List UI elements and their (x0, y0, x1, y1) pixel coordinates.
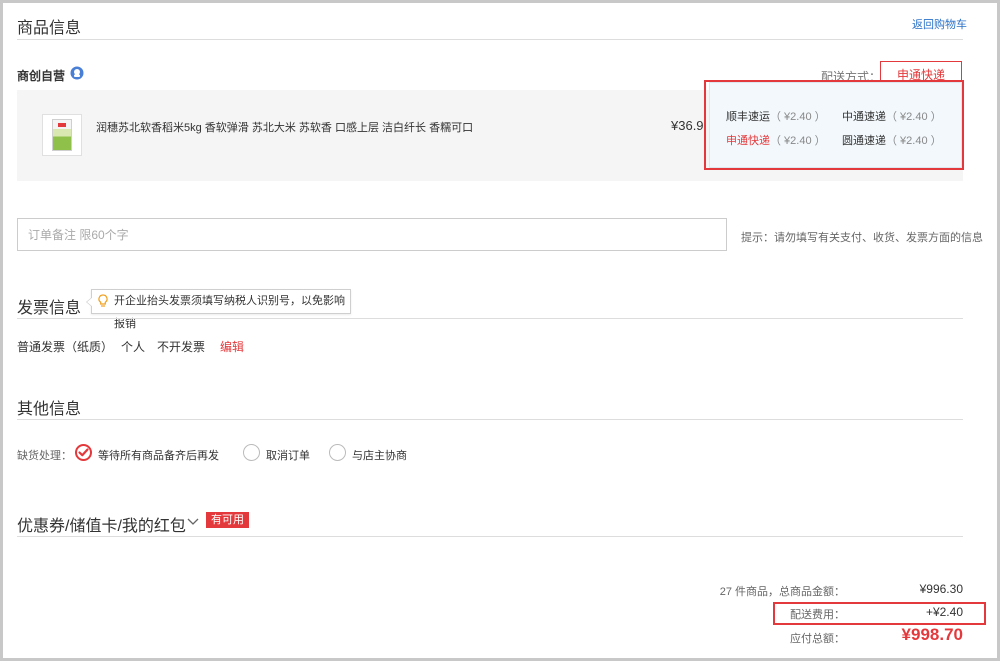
back-to-cart-link[interactable]: 返回购物车 (912, 16, 967, 32)
stockout-radio-wait[interactable] (75, 444, 92, 461)
goods-total-label: 27 件商品，总商品金额： (719, 586, 845, 598)
invoice-type: 普通发票（纸质） (17, 340, 114, 354)
stockout-option-cancel[interactable]: 取消订单 (266, 447, 310, 463)
other-section-title: 其他信息 (17, 401, 82, 418)
invoice-content: 不开发票 (157, 340, 206, 354)
stockout-option-negotiate[interactable]: 与店主协商 (352, 447, 407, 463)
goods-total-value: ¥996.30 (919, 582, 963, 596)
highlight-box-shipping-options (704, 80, 964, 170)
coupon-available-badge: 有可用 (206, 512, 249, 528)
product-name[interactable]: 润穗苏北软香稻米5kg 香软弹滑 苏北大米 苏软香 口感上层 洁白纤长 香糯可口 (96, 119, 473, 135)
shop-name: 商创自营 (17, 69, 66, 83)
remark-hint: 提示：请勿填写有关支付、收货、发票方面的信息 (741, 232, 983, 244)
product-thumbnail[interactable] (42, 114, 82, 156)
stockout-option-wait[interactable]: 等待所有商品备齐后再发 (98, 447, 219, 463)
invoice-tip-bubble: 开企业抬头发票须填写纳税人识别号，以免影响报销 (86, 289, 351, 330)
customer-service-icon[interactable] (70, 66, 84, 80)
lightbulb-icon (98, 294, 108, 308)
divider (17, 419, 963, 420)
goods-section-title: 商品信息 (17, 20, 82, 37)
divider (17, 318, 963, 319)
payable-total: ¥998.70 (901, 625, 963, 644)
invoice-section-title: 发票信息 (17, 300, 82, 317)
divider (17, 39, 963, 40)
order-remark-input[interactable] (17, 218, 727, 251)
invoice-edit-link[interactable]: 编辑 (220, 338, 244, 355)
coupon-section-title[interactable]: 优惠券/储值卡/我的红包 (17, 512, 186, 536)
payable-label: 应付总额： (790, 633, 845, 645)
checkmark-icon (78, 448, 89, 457)
chevron-down-icon[interactable] (187, 514, 199, 525)
product-price: ¥36.9 (671, 118, 704, 133)
stockout-label: 缺货处理： (17, 450, 72, 462)
divider (17, 536, 963, 537)
invoice-header: 个人 (121, 340, 146, 354)
stockout-radio-negotiate[interactable] (329, 444, 346, 461)
highlight-box-shipping-fee (773, 602, 986, 625)
stockout-radio-cancel[interactable] (243, 444, 260, 461)
